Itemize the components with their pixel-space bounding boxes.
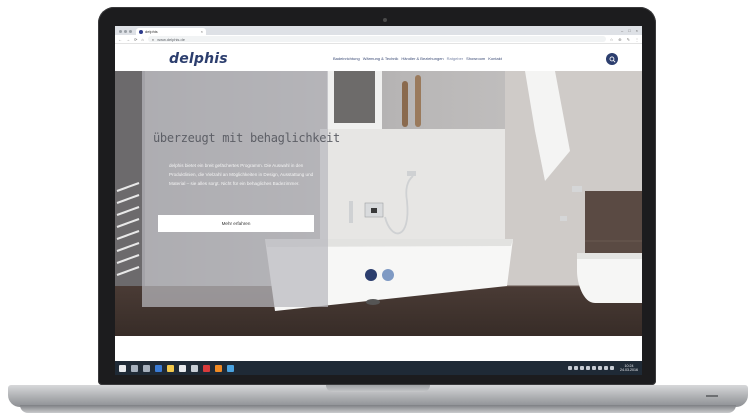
edge-icon[interactable] (155, 364, 162, 372)
search-button[interactable] (606, 53, 618, 65)
folder-icon[interactable] (167, 364, 174, 372)
hero-title: überzeugt mit behaglichkeit (153, 131, 340, 145)
taskbar-clock[interactable]: 10:24 24.03.2016 (620, 364, 638, 372)
tab-title: delphis (145, 29, 158, 34)
laptop-mockup: delphis × – □ × ← → ⟳ ⌂ ● www.delphis.de… (0, 0, 753, 417)
search-icon (609, 56, 615, 62)
nav-item-haendler[interactable]: Händler & Beziehungen (401, 56, 443, 61)
slider-dot-2[interactable] (382, 269, 394, 281)
nav-item-ratgeber[interactable]: Ratgeber (447, 56, 463, 61)
hero-overlay-panel (142, 71, 328, 307)
site-header: delphis Badeinrichtung Wärmung & Technik… (115, 44, 642, 71)
os-taskbar: 10:24 24.03.2016 (115, 361, 642, 375)
extension-icons: ☆ ⊕ ✎ ⋮ (610, 37, 639, 42)
back-button[interactable]: ← (118, 37, 122, 42)
nav-item-showroom[interactable]: Showroom (466, 56, 485, 61)
hero-text: delphis bietet ein breit gefächertes Pro… (169, 163, 314, 186)
browser-toolbar: ← → ⟳ ⌂ ● www.delphis.de ☆ ⊕ ✎ ⋮ (115, 35, 642, 44)
tray-icon[interactable] (610, 366, 614, 370)
search-taskbar-icon[interactable] (131, 364, 138, 372)
window-controls: – □ × (621, 28, 638, 33)
address-bar[interactable]: ● www.delphis.de (147, 36, 606, 42)
extension-icon[interactable]: ⊕ (618, 37, 621, 42)
window-dots (119, 30, 132, 33)
favicon-icon (139, 29, 143, 34)
lock-icon: ● (151, 36, 155, 42)
laptop-indicator (706, 395, 718, 397)
edit-icon[interactable]: ✎ (627, 37, 630, 42)
start-icon[interactable] (119, 364, 126, 372)
page-below-fold (115, 336, 642, 361)
laptop-screen: delphis × – □ × ← → ⟳ ⌂ ● www.delphis.de… (115, 26, 642, 375)
close-window-button[interactable]: × (636, 28, 638, 33)
tray-icon[interactable] (592, 366, 596, 370)
tray-icon[interactable] (586, 366, 590, 370)
chrome-icon[interactable] (227, 364, 234, 372)
bookmark-icon[interactable]: ☆ (610, 37, 614, 42)
task-view-icon[interactable] (143, 364, 150, 372)
tab-close-icon[interactable]: × (201, 29, 203, 34)
nav-item-kontakt[interactable]: Kontakt (488, 56, 502, 61)
laptop-base-bottom (20, 405, 736, 413)
home-button[interactable]: ⌂ (141, 37, 143, 42)
hero-cta-button[interactable]: Mehr erfahren (158, 215, 314, 232)
browser-tab-bar: delphis × – □ × (115, 26, 642, 35)
tray-icon[interactable] (574, 366, 578, 370)
laptop-notch (326, 385, 430, 392)
webcam (383, 18, 387, 22)
forward-button[interactable]: → (126, 37, 130, 42)
store-icon[interactable] (179, 364, 186, 372)
menu-icon[interactable]: ⋮ (635, 37, 639, 42)
slider-pagination (365, 269, 394, 281)
maximize-button[interactable]: □ (628, 28, 630, 33)
minimize-button[interactable]: – (621, 28, 623, 33)
tray-icon[interactable] (604, 366, 608, 370)
nav-item-waermung[interactable]: Wärmung & Technik (363, 56, 399, 61)
app-icon[interactable] (191, 364, 198, 372)
system-tray: 10:24 24.03.2016 (568, 364, 638, 372)
tray-icon[interactable] (598, 366, 602, 370)
slider-dot-1[interactable] (365, 269, 377, 281)
firefox-icon[interactable] (215, 364, 222, 372)
clock-date: 24.03.2016 (620, 368, 638, 372)
opera-icon[interactable] (203, 364, 210, 372)
address-text: www.delphis.de (157, 36, 185, 42)
reload-button[interactable]: ⟳ (134, 37, 137, 42)
site-logo[interactable]: delphis (169, 51, 228, 67)
hero-slider: überzeugt mit behaglichkeit delphis biet… (115, 71, 642, 360)
browser-tab[interactable]: delphis × (136, 28, 206, 35)
nav-item-badeinrichtung[interactable]: Badeinrichtung (333, 56, 360, 61)
tray-icon[interactable] (580, 366, 584, 370)
main-nav: Badeinrichtung Wärmung & Technik Händler… (333, 56, 502, 61)
tray-icon[interactable] (568, 366, 572, 370)
